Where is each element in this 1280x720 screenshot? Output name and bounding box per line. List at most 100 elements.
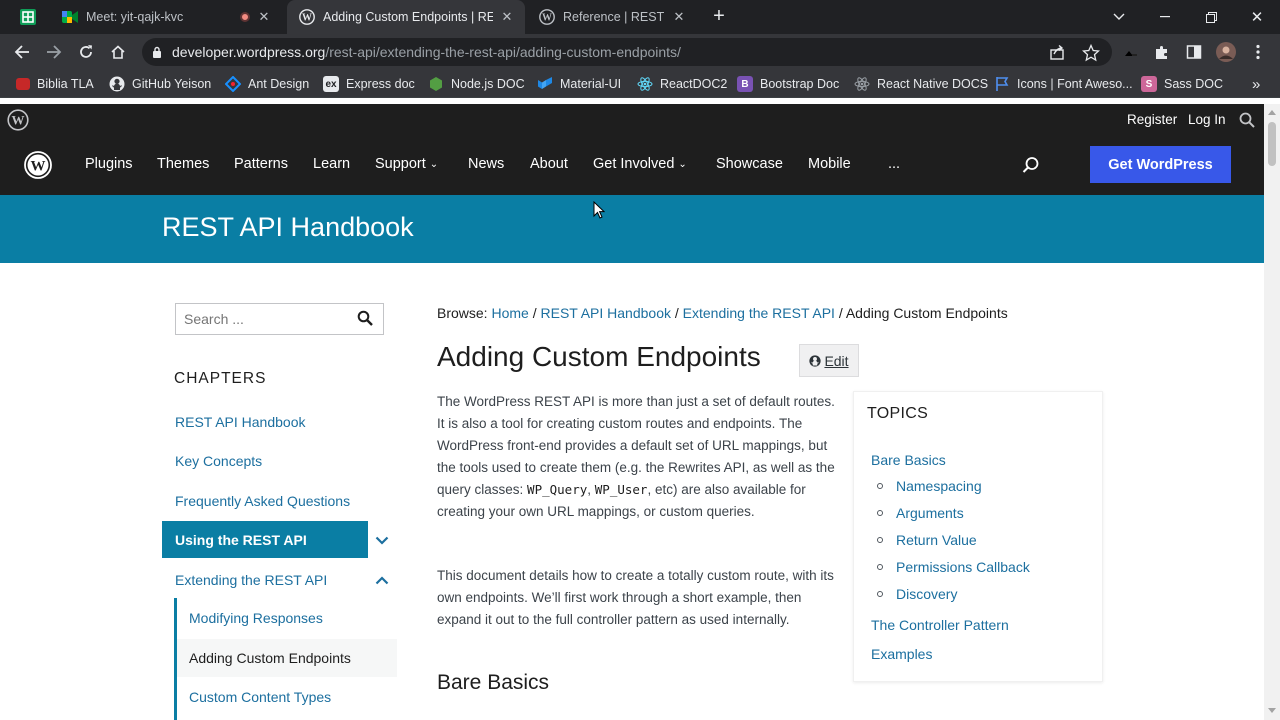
extensions-puzzle-icon[interactable] bbox=[1152, 42, 1172, 62]
chevron-up-icon[interactable] bbox=[371, 569, 393, 591]
toc-link-bare-basics[interactable]: Bare Basics bbox=[871, 452, 946, 468]
menu-kebab-icon[interactable] bbox=[1248, 42, 1268, 62]
scroll-up-icon[interactable] bbox=[1268, 110, 1276, 115]
sidebar-item-rest-api-handbook[interactable]: REST API Handbook bbox=[175, 414, 305, 430]
sidebar-item-using-the-rest-api[interactable]: Using the REST API bbox=[162, 521, 368, 558]
wordpress-logo-icon[interactable]: W bbox=[24, 151, 52, 184]
nav-themes[interactable]: Themes bbox=[157, 156, 209, 172]
search-icon[interactable] bbox=[1022, 156, 1040, 179]
sidebar-item-adding-custom-endpoints[interactable]: Adding Custom Endpoints bbox=[177, 639, 397, 677]
nodejs-icon bbox=[428, 76, 444, 92]
scrollbar-thumb[interactable] bbox=[1268, 122, 1276, 166]
nav-mobile[interactable]: Mobile bbox=[808, 156, 851, 172]
sidebar-item-faq[interactable]: Frequently Asked Questions bbox=[175, 493, 350, 509]
material-ui-icon bbox=[537, 76, 553, 92]
search-icon[interactable] bbox=[1239, 112, 1255, 133]
bookmark-bootstrap[interactable]: B Bootstrap Doc bbox=[737, 74, 839, 94]
bookmark-font-awesome[interactable]: Icons | Font Aweso... bbox=[994, 74, 1133, 94]
toc-link-controller-pattern[interactable]: The Controller Pattern bbox=[871, 617, 1009, 633]
bootstrap-icon: B bbox=[737, 76, 753, 92]
sheets-icon[interactable] bbox=[20, 9, 36, 25]
bookmark-nodejs[interactable]: Node.js DOC bbox=[428, 74, 525, 94]
bullet-icon bbox=[877, 564, 883, 570]
chevron-down-icon[interactable] bbox=[371, 529, 393, 551]
nav-news[interactable]: News bbox=[468, 156, 504, 172]
forward-icon[interactable] bbox=[42, 40, 66, 64]
toc-link-examples[interactable]: Examples bbox=[871, 646, 932, 662]
lock-icon[interactable] bbox=[142, 46, 172, 58]
chevron-down-icon: ⌄ bbox=[429, 159, 439, 170]
nav-learn[interactable]: Learn bbox=[313, 156, 350, 172]
tab-reference[interactable]: W Reference | REST API ✕ bbox=[527, 0, 697, 34]
address-bar[interactable]: developer.wordpress.org/rest-api/extendi… bbox=[142, 38, 1112, 66]
wordpress-icon: W bbox=[299, 9, 315, 25]
register-link[interactable]: Register bbox=[1127, 112, 1177, 127]
bookmark-star-icon[interactable] bbox=[1081, 43, 1101, 62]
tab-meet[interactable]: Meet: yit-qajk-kvc ✕ bbox=[50, 0, 282, 34]
main-navigation: W Plugins Themes Patterns Learn Support ⌄… bbox=[0, 136, 1264, 195]
sidebar-item-extending-the-rest-api[interactable]: Extending the REST API bbox=[175, 572, 327, 588]
nav-plugins[interactable]: Plugins bbox=[85, 156, 133, 172]
breadcrumb-extending[interactable]: Extending the REST API bbox=[683, 305, 835, 321]
sidebar-item-custom-content-types[interactable]: Custom Content Types bbox=[177, 678, 397, 716]
bookmark-ant-design[interactable]: Ant Design bbox=[225, 74, 309, 94]
toc-link-namespacing[interactable]: Namespacing bbox=[896, 478, 982, 494]
nav-support[interactable]: Support ⌄ bbox=[375, 156, 438, 172]
toc-link-permissions-callback[interactable]: Permissions Callback bbox=[896, 559, 1030, 575]
tab-search-icon[interactable] bbox=[1096, 0, 1142, 34]
search-icon[interactable] bbox=[357, 310, 373, 331]
side-panel-icon[interactable] bbox=[1184, 42, 1204, 62]
toc-link-arguments[interactable]: Arguments bbox=[896, 505, 964, 521]
new-tab-icon[interactable]: + bbox=[708, 6, 730, 28]
nav-showcase[interactable]: Showcase bbox=[716, 156, 783, 172]
section-heading-bare-basics: Bare Basics bbox=[437, 671, 550, 694]
search-input[interactable] bbox=[184, 311, 349, 327]
handbook-banner: REST API Handbook bbox=[0, 195, 1264, 263]
toc-link-discovery[interactable]: Discovery bbox=[896, 586, 957, 602]
scroll-down-icon[interactable] bbox=[1268, 708, 1276, 713]
reload-icon[interactable] bbox=[74, 40, 98, 64]
react-icon bbox=[854, 76, 870, 92]
toc-link-return-value[interactable]: Return Value bbox=[896, 532, 977, 548]
more-bookmarks-icon[interactable]: » bbox=[1252, 74, 1260, 94]
sidebar-item-modifying-responses[interactable]: Modifying Responses bbox=[177, 599, 397, 637]
extension-flag-icon[interactable] bbox=[1120, 42, 1140, 62]
google-meet-icon bbox=[62, 9, 78, 25]
profile-avatar[interactable] bbox=[1216, 42, 1236, 62]
share-icon[interactable] bbox=[1048, 44, 1066, 62]
nav-more[interactable]: ... bbox=[888, 156, 900, 172]
bookmarks-bar: Biblia TLA GitHub Yeison Ant Design ex E… bbox=[0, 70, 1280, 98]
home-icon[interactable] bbox=[106, 40, 130, 64]
nav-patterns[interactable]: Patterns bbox=[234, 156, 288, 172]
content-area: CHAPTERS REST API Handbook Key Concepts … bbox=[0, 263, 1264, 720]
recording-icon bbox=[240, 12, 250, 22]
bookmark-reactdoc2[interactable]: ReactDOC2 bbox=[637, 74, 727, 94]
close-window-icon[interactable]: ✕ bbox=[1234, 0, 1280, 34]
handbook-title[interactable]: REST API Handbook bbox=[162, 212, 414, 243]
bookmark-express[interactable]: ex Express doc bbox=[323, 74, 415, 94]
tab-adding-custom-endpoints[interactable]: W Adding Custom Endpoints | REST ✕ bbox=[287, 0, 525, 34]
bookmark-material-ui[interactable]: Material-UI bbox=[537, 74, 621, 94]
back-icon[interactable] bbox=[10, 40, 34, 64]
breadcrumb-handbook[interactable]: REST API Handbook bbox=[541, 305, 671, 321]
edit-button[interactable]: Edit bbox=[799, 344, 859, 377]
close-tab-icon[interactable]: ✕ bbox=[256, 9, 272, 25]
browser-toolbar: developer.wordpress.org/rest-api/extendi… bbox=[0, 34, 1280, 70]
close-tab-icon[interactable]: ✕ bbox=[499, 9, 515, 25]
tab-title: Reference | REST API bbox=[563, 10, 665, 24]
nav-get-involved[interactable]: Get Involved ⌄ bbox=[593, 156, 687, 172]
bookmark-github[interactable]: GitHub Yeison bbox=[109, 74, 211, 94]
close-tab-icon[interactable]: ✕ bbox=[671, 9, 687, 25]
login-link[interactable]: Log In bbox=[1188, 112, 1226, 127]
bookmark-sass[interactable]: S Sass DOC bbox=[1141, 74, 1223, 94]
get-wordpress-button[interactable]: Get WordPress bbox=[1090, 146, 1231, 183]
bookmark-biblia[interactable]: Biblia TLA bbox=[16, 74, 94, 94]
page-scrollbar[interactable] bbox=[1264, 104, 1280, 720]
breadcrumb-home[interactable]: Home bbox=[491, 305, 528, 321]
restore-icon[interactable] bbox=[1188, 0, 1234, 34]
wordpress-logo-icon[interactable]: W bbox=[7, 109, 29, 136]
nav-about[interactable]: About bbox=[530, 156, 568, 172]
sidebar-item-key-concepts[interactable]: Key Concepts bbox=[175, 453, 262, 469]
minimize-icon[interactable] bbox=[1142, 0, 1188, 34]
bookmark-react-native[interactable]: React Native DOCS bbox=[854, 74, 988, 94]
